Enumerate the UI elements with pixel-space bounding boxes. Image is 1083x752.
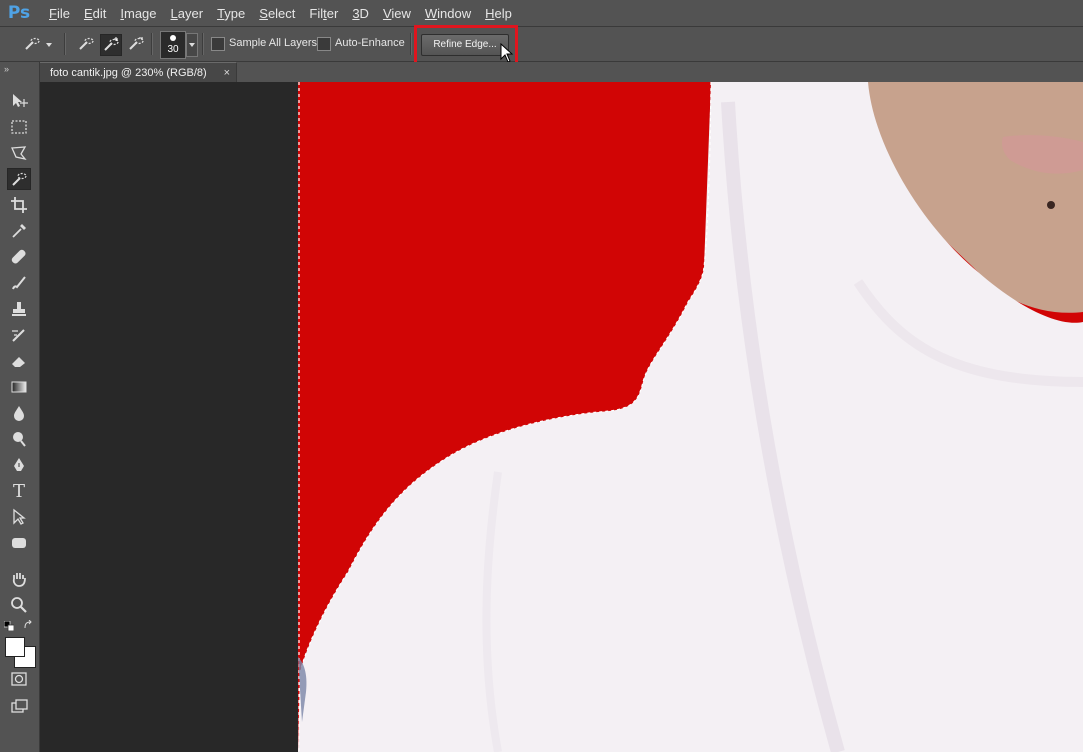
separator — [151, 33, 153, 55]
blur-tool-icon[interactable] — [7, 402, 31, 424]
foreground-color-swatch[interactable] — [5, 637, 25, 657]
mouse-cursor-icon — [500, 43, 514, 63]
move-tool-icon[interactable] — [7, 90, 31, 112]
new-selection-icon[interactable] — [76, 34, 96, 54]
marquee-tool-icon[interactable] — [7, 116, 31, 138]
document-tab-title: foto cantik.jpg @ 230% (RGB/8) — [50, 67, 207, 79]
shape-tool-icon[interactable] — [7, 532, 31, 554]
type-tool-icon[interactable]: T — [7, 480, 31, 502]
panel-collapse-icon[interactable]: » — [4, 64, 9, 74]
history-brush-tool-icon[interactable] — [7, 324, 31, 346]
preset-dropdown-icon[interactable] — [46, 43, 52, 47]
canvas-area[interactable] — [40, 82, 1083, 752]
quick-selection-tool-icon[interactable] — [7, 168, 31, 190]
sample-all-layers-label: Sample All Layers — [229, 37, 318, 49]
quick-mask-icon[interactable] — [7, 668, 31, 690]
default-colors-icon[interactable] — [3, 620, 15, 632]
gradient-tool-icon[interactable] — [7, 376, 31, 398]
sample-all-layers-checkbox[interactable] — [211, 37, 225, 51]
menu-edit[interactable]: Edit — [77, 6, 113, 21]
close-tab-icon[interactable]: × — [224, 67, 230, 79]
menu-file[interactable]: File — [42, 6, 77, 21]
menu-window[interactable]: Window — [418, 6, 478, 21]
document-tab[interactable]: foto cantik.jpg @ 230% (RGB/8) × — [40, 62, 237, 83]
photoshop-logo: Ps — [7, 3, 31, 23]
swap-colors-icon[interactable] — [23, 619, 33, 629]
quick-selection-preset-icon[interactable] — [22, 34, 42, 54]
zoom-tool-icon[interactable] — [7, 594, 31, 616]
eyedropper-tool-icon[interactable] — [7, 220, 31, 242]
options-bar: 30 Sample All Layers Auto-Enhance Refine… — [0, 27, 1083, 62]
brush-picker-dropdown-icon[interactable] — [186, 33, 198, 57]
pen-tool-icon[interactable] — [7, 454, 31, 476]
brush-size-picker[interactable]: 30 — [160, 31, 186, 59]
screen-mode-icon[interactable] — [7, 696, 31, 718]
auto-enhance-checkbox[interactable] — [317, 37, 331, 51]
lasso-tool-icon[interactable] — [7, 142, 31, 164]
brush-size-value: 30 — [167, 44, 179, 55]
path-selection-tool-icon[interactable] — [7, 506, 31, 528]
dodge-tool-icon[interactable] — [7, 428, 31, 450]
menu-filter[interactable]: Filter — [302, 6, 345, 21]
clone-stamp-tool-icon[interactable] — [7, 298, 31, 320]
menu-3d[interactable]: 3D — [345, 6, 376, 21]
separator — [64, 33, 66, 55]
add-to-selection-icon[interactable] — [100, 34, 122, 56]
auto-enhance-label: Auto-Enhance — [335, 37, 405, 49]
photo-canvas[interactable] — [298, 82, 1083, 752]
tools-panel: » T — [0, 62, 40, 752]
eraser-tool-icon[interactable] — [7, 350, 31, 372]
subtract-from-selection-icon[interactable] — [126, 34, 146, 54]
menu-bar: Ps File Edit Image Layer Type Select Filter 3D V… — [0, 0, 1083, 27]
tab-strip — [237, 62, 1083, 82]
crop-tool-icon[interactable] — [7, 194, 31, 216]
mole — [1047, 201, 1055, 209]
separator — [202, 33, 204, 55]
brush-tool-icon[interactable] — [7, 272, 31, 294]
hand-tool-icon[interactable] — [7, 568, 31, 590]
menu-view[interactable]: View — [376, 6, 418, 21]
menu-help[interactable]: Help — [478, 6, 519, 21]
menu-image[interactable]: Image — [113, 6, 163, 21]
menu-select[interactable]: Select — [252, 6, 302, 21]
menu-layer[interactable]: Layer — [164, 6, 211, 21]
menu-type[interactable]: Type — [210, 6, 252, 21]
healing-brush-tool-icon[interactable] — [7, 246, 31, 268]
separator — [410, 33, 412, 55]
brush-tip-icon — [170, 35, 176, 41]
